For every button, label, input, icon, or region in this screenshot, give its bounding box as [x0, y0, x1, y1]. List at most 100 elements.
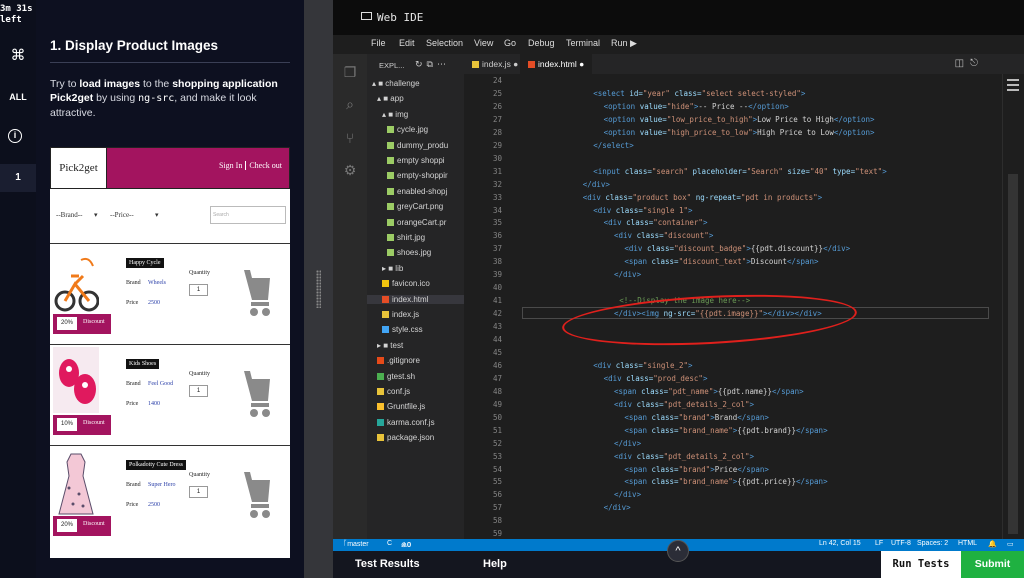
line-number: 57: [492, 503, 502, 513]
tab-index-js[interactable]: index.js ●: [464, 54, 526, 74]
explorer-actions: ↻⧉⋯: [415, 59, 450, 70]
menu-view[interactable]: View: [474, 38, 493, 48]
layout-icon[interactable]: ▭: [1007, 540, 1014, 548]
all-challenges-button[interactable]: ALL: [0, 92, 36, 102]
info-icon[interactable]: i: [8, 129, 22, 143]
tree-item[interactable]: ▴ ■ app: [367, 94, 464, 103]
submit-button[interactable]: Submit: [961, 551, 1024, 578]
line-number: 50: [492, 412, 502, 422]
indent-indicator[interactable]: Spaces: 2: [917, 540, 948, 547]
step-1-button[interactable]: 1: [0, 164, 36, 192]
refresh-icon[interactable]: ↻: [415, 59, 427, 69]
collapse-icon[interactable]: ⧉: [427, 59, 437, 69]
language-indicator[interactable]: HTML: [958, 540, 977, 547]
tree-item[interactable]: style.css: [367, 325, 464, 334]
tree-item[interactable]: .gitignore: [367, 356, 464, 365]
code-line: <div class="prod_desc">: [603, 373, 708, 383]
tree-item[interactable]: ▴ ■ challenge: [367, 79, 464, 88]
sync-icon[interactable]: C: [387, 540, 392, 547]
tree-item[interactable]: Gruntfile.js: [367, 402, 464, 411]
line-number: 42: [492, 309, 502, 319]
line-number: 56: [492, 490, 502, 500]
discount-text: Discount: [83, 420, 105, 426]
tree-item[interactable]: index.html: [367, 294, 464, 304]
tree-item[interactable]: gtest.sh: [367, 372, 464, 381]
tree-item[interactable]: ▸ ■ test: [367, 341, 464, 350]
line-number: 24: [492, 76, 502, 85]
code-line: <div class="pdt_details_2_col">: [614, 451, 754, 461]
cursor-position[interactable]: Ln 42, Col 15: [819, 540, 861, 547]
discount-percent: 10%: [57, 418, 77, 431]
scroll-thumb[interactable]: [1008, 174, 1018, 534]
menu-selection[interactable]: Selection: [426, 38, 463, 48]
more-icon[interactable]: ⋯: [437, 59, 450, 69]
tree-item[interactable]: index.js: [367, 310, 464, 319]
branch-indicator[interactable]: ᚴ master: [343, 540, 369, 548]
tree-item[interactable]: karma.conf.js: [367, 418, 464, 427]
code-line: </div>: [603, 503, 631, 513]
files-icon[interactable]: ❐: [342, 64, 358, 80]
discount-badge: 20% Discount: [53, 314, 111, 334]
preview-product-row: 10% Discount Kids Shoes Brand Feel Good Price…: [50, 344, 290, 444]
tree-item[interactable]: ▸ ■ lib: [367, 264, 464, 273]
line-number: 45: [492, 347, 502, 357]
tree-item[interactable]: ▴ ■ img: [367, 110, 464, 119]
tree-item[interactable]: orangeCart.pr: [367, 218, 464, 227]
tree-item[interactable]: empty shoppi: [367, 156, 464, 165]
code-line: <div class="single_2">: [593, 360, 693, 370]
menu-edit[interactable]: Edit: [399, 38, 415, 48]
tree-item[interactable]: empty-shoppir: [367, 171, 464, 180]
line-number: 27: [492, 114, 502, 124]
line-number: 55: [492, 477, 502, 487]
img-file-icon: [387, 172, 394, 180]
tree-item[interactable]: shirt.jpg: [367, 233, 464, 242]
img-file-icon: [387, 249, 394, 257]
code-line: <div class="container">: [603, 218, 708, 228]
tab-index-html[interactable]: index.html ●: [520, 54, 593, 74]
test-results-tab[interactable]: Test Results: [355, 558, 420, 570]
menu-lines-icon[interactable]: [1007, 79, 1019, 91]
tree-item[interactable]: favicon.ico: [367, 279, 464, 288]
encoding-indicator[interactable]: UTF-8: [891, 540, 911, 547]
bell-icon[interactable]: 🔔: [988, 540, 997, 548]
tree-item[interactable]: conf.js: [367, 387, 464, 396]
challenge-description: Try to load images to the shopping appli…: [50, 78, 278, 119]
open-preview-icon[interactable]: ⎋: [970, 58, 984, 69]
split-editor-icon[interactable]: ◫: [955, 58, 970, 69]
tree-item[interactable]: enabled-shopj: [367, 187, 464, 196]
line-number: 32: [492, 179, 502, 189]
command-icon[interactable]: ⌘: [0, 46, 36, 64]
menu-terminal[interactable]: Terminal: [566, 38, 600, 48]
menu-run[interactable]: Run ▶: [611, 38, 637, 49]
menu-go[interactable]: Go: [504, 38, 516, 48]
tree-item[interactable]: dummy_produ: [367, 141, 464, 150]
editor-scrollbar[interactable]: [1002, 74, 1024, 539]
eol-indicator[interactable]: LF: [875, 540, 883, 547]
source-control-icon[interactable]: ⑂: [342, 130, 358, 146]
search-icon[interactable]: ⌕: [342, 96, 358, 112]
tree-item[interactable]: cycle.jpg: [367, 125, 464, 134]
extensions-icon[interactable]: ⚙: [342, 162, 358, 178]
expand-panel-icon[interactable]: ^: [667, 540, 689, 562]
tree-item[interactable]: greyCart.png: [367, 202, 464, 211]
price-label: Price: [126, 502, 139, 508]
run-tests-button[interactable]: Run Tests: [881, 551, 961, 578]
menu-debug[interactable]: Debug: [528, 38, 555, 48]
bottom-bar: Test Results Help ^ Run Tests Submit: [333, 540, 1024, 578]
splitter-grip-icon[interactable]: [316, 270, 321, 308]
code-editor[interactable]: 24 25 26 27 28 29 30 31 32 33 34 35 36 37 38 39 40 41 42 43…: [464, 74, 1002, 539]
panel-splitter[interactable]: [304, 0, 333, 578]
ide-title-bar: Web IDE: [333, 0, 1024, 35]
tree-item[interactable]: shoes.jpg: [367, 248, 464, 257]
tree-item-label: shoes.jpg: [397, 248, 432, 258]
tab-label: index.js ●: [482, 59, 519, 69]
tree-item-label: karma.conf.js: [387, 417, 435, 427]
preview-logo: Pick2get: [51, 148, 107, 188]
tree-item[interactable]: package.json: [367, 433, 464, 442]
discount-text: Discount: [83, 319, 105, 325]
tree-item-label: package.json: [387, 433, 435, 443]
line-number: 44: [492, 335, 502, 344]
help-tab[interactable]: Help: [483, 558, 507, 570]
menu-file[interactable]: File: [371, 38, 386, 48]
brand-label: Brand: [126, 482, 141, 488]
